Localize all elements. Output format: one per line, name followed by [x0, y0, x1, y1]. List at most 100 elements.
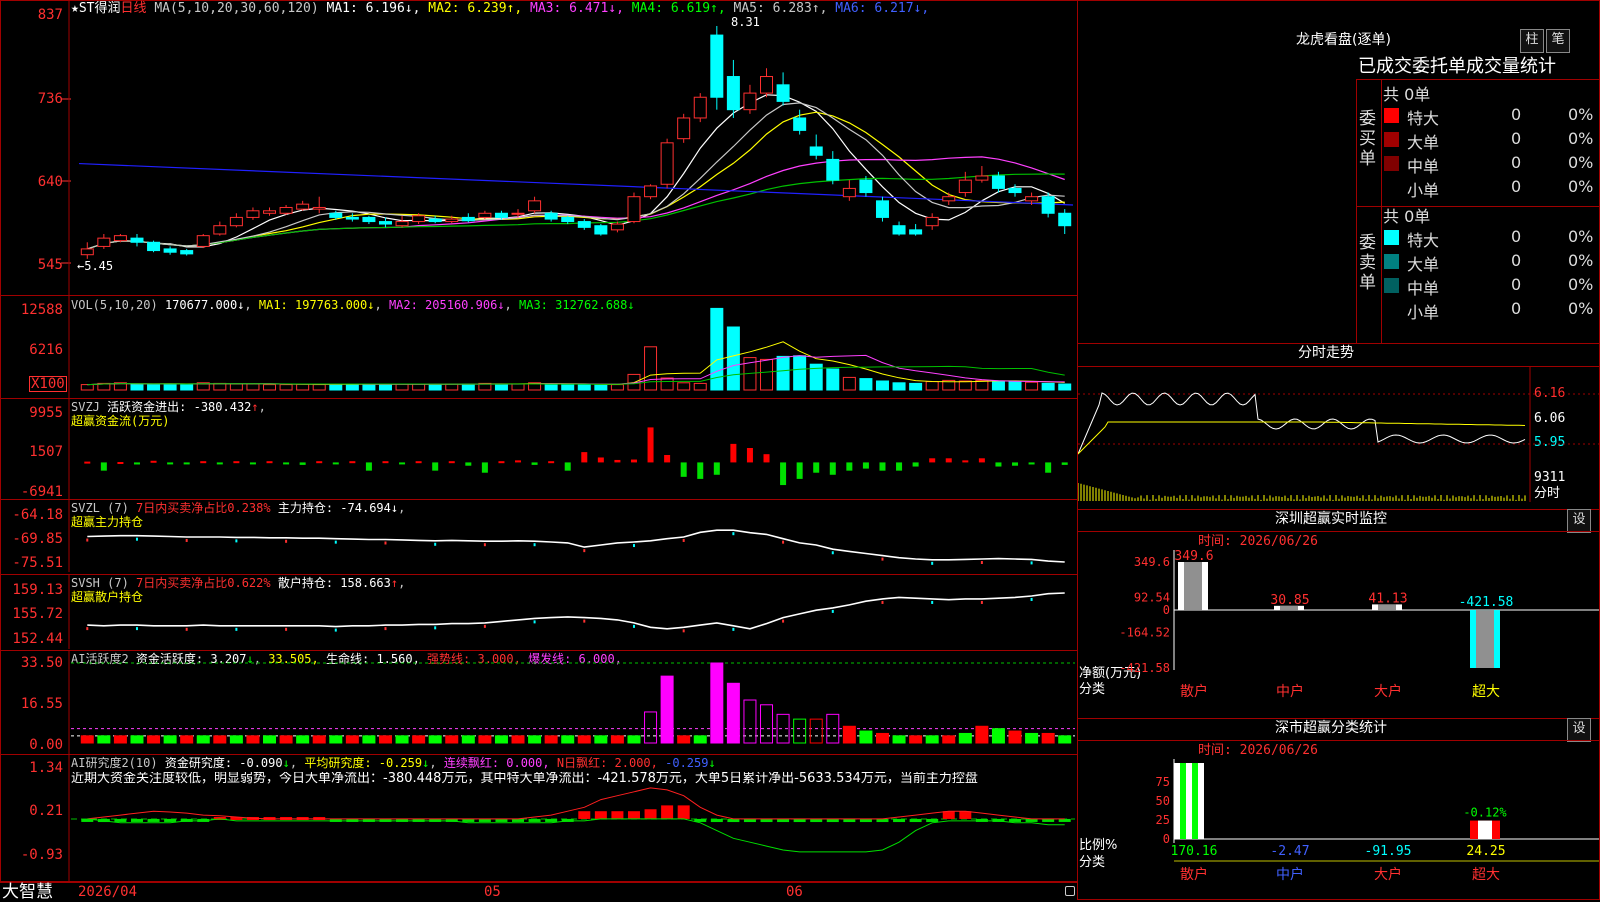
svzl-tick [1030, 561, 1033, 565]
svsh-tick [632, 624, 635, 628]
bar-mode-button[interactable]: 柱 [1520, 29, 1544, 53]
active-bar [743, 699, 757, 744]
active-bar [710, 662, 724, 744]
active-bar [627, 735, 641, 744]
sell-row-value: 0 [1511, 275, 1522, 294]
ma-line-2 [87, 111, 1065, 250]
buy-row-pct: 0% [1568, 177, 1594, 196]
volume-bar [793, 355, 807, 391]
candle-body [180, 250, 194, 255]
monitor-panel[interactable]: 深圳超赢实时监控 设 时间: 2026/06/26 净额(万元) 分类 349.… [1077, 509, 1600, 719]
volume-bar [1025, 381, 1039, 391]
flow-bar [150, 460, 157, 463]
flow-bar [233, 461, 240, 464]
flow-bar [846, 462, 853, 471]
candlestick-chart[interactable] [1, 1, 1077, 295]
buy-row-value: 0 [1511, 177, 1522, 196]
flow-bar [1045, 462, 1052, 473]
candle-body [97, 237, 111, 247]
ai-research-panel[interactable]: AI研究度2(10) 资金研究度: -0.090↓, 平均研究度: -0.259… [0, 754, 1078, 882]
active-bar [445, 735, 459, 744]
ai-active-chart[interactable] [1, 651, 1077, 754]
buy-row-pct: 0% [1568, 129, 1594, 148]
candle-body [494, 212, 508, 218]
svsh-line [87, 592, 1065, 630]
monitor-chart[interactable]: 349.692.540-164.52-421.58349.6散户30.85中户4… [1078, 510, 1599, 718]
svzl-tick [583, 549, 586, 553]
main-chart-panel[interactable]: ★ST得润日线 MA(5,10,20,30,60,120) MA1: 6.196… [0, 0, 1078, 296]
candle-body [925, 216, 939, 227]
stats-panel[interactable]: 深市超赢分类统计 设 时间: 2026/06/26 比例% 分类 75 50 25 0… [1077, 718, 1600, 900]
flow-bar [432, 462, 439, 471]
monitor-bar-inner [1476, 610, 1494, 668]
research-bar [594, 811, 607, 819]
candle-body [594, 225, 608, 235]
monitor-y-tick-label: 0 [1163, 603, 1170, 617]
volume-bar [875, 380, 889, 391]
candle-body [296, 203, 310, 210]
ma-line-6 [78, 162, 1074, 206]
stats-category-label: 散户 [1180, 866, 1208, 883]
monitor-bar-value: 41.13 [1368, 591, 1407, 606]
flow-bar [879, 462, 886, 471]
research-bar [926, 818, 939, 823]
active-bar [130, 735, 144, 744]
svzl-panel[interactable]: SVZL (7) 7日内买卖净占比0.238% 主力持仓: -74.694↓, … [0, 499, 1078, 575]
sell-swatch-1 [1384, 254, 1399, 269]
tick-mode-button[interactable]: 笔 [1546, 29, 1570, 53]
intraday-chart[interactable] [1078, 344, 1599, 509]
buy-row-name: 中单 [1407, 157, 1440, 176]
volume-chart[interactable] [1, 296, 1077, 398]
flow-bar [399, 462, 406, 465]
intraday-panel[interactable]: 分时走势 6.16 6.06 5.95 9311 分时 [1077, 343, 1600, 510]
svzj-chart[interactable] [1, 399, 1077, 499]
active-bar [528, 735, 542, 744]
ai-active-panel[interactable]: AI活跃度2 资金活跃度: 3.207↓, 33.505, 生命线: 1.560… [0, 650, 1078, 755]
candle-body [378, 221, 392, 225]
flow-bar [581, 452, 588, 463]
svzj-panel[interactable]: SVZJ 活跃资金进出: -380.432↑, 超赢资金流(万元) 9955 1… [0, 398, 1078, 500]
active-bar [793, 718, 807, 744]
monitor-bar-value: -421.58 [1459, 595, 1514, 610]
candle-body [246, 210, 260, 218]
svzl-tick [483, 543, 486, 547]
volume-bar [80, 384, 94, 391]
candle-body [660, 142, 674, 185]
stats-category-label: 超大 [1472, 867, 1500, 883]
volume-bar [561, 383, 575, 391]
active-bar [942, 735, 956, 744]
svsh-tick [1030, 597, 1033, 601]
active-bar [760, 704, 774, 744]
buy-row-name: 小单 [1407, 181, 1440, 200]
svsh-chart[interactable] [1, 575, 1077, 650]
monitor-category-label: 超大 [1472, 684, 1500, 700]
stats-value-label: 170.16 [1171, 844, 1218, 859]
active-bar [296, 735, 310, 744]
volume-bar [428, 383, 442, 391]
candle-body [113, 235, 127, 242]
flow-bar [730, 443, 737, 463]
flow-bar [912, 462, 919, 467]
svzl-chart[interactable] [1, 500, 1077, 574]
buy-swatch-0 [1384, 108, 1399, 123]
svsh-panel[interactable]: SVSH (7) 7日内买卖净占比0.622% 散户持仓: 158.663↑, … [0, 574, 1078, 651]
research-bar [611, 811, 624, 819]
candle-body [1008, 187, 1022, 194]
lock-icon[interactable] [1065, 886, 1075, 896]
candle-body [80, 248, 94, 256]
active-bar [478, 735, 492, 744]
research-bar [710, 818, 723, 823]
volume-panel[interactable]: VOL(5,10,20) 170677.000↓, MA1: 197763.00… [0, 295, 1078, 399]
svsh-tick [583, 619, 586, 623]
svzl-tick [682, 538, 685, 542]
svsh-tick [285, 627, 288, 631]
svsh-tick [384, 627, 387, 631]
candle-body [561, 216, 575, 223]
dragon-panel[interactable]: 龙虎看盘(逐单) 柱 笔 已成交委托单成交量统计 委买单 委卖单 共 0单 特大 0… [1077, 0, 1600, 346]
stats-chart[interactable]: 75 50 25 0 -0.12% 170.16 -2.47 -91.95 24.25 散户 中户 大… [1078, 719, 1599, 899]
candle-body [1025, 196, 1039, 202]
flow-bar [614, 459, 621, 463]
volume-bar [693, 382, 707, 391]
ai-research-chart[interactable] [1, 755, 1077, 881]
candle-body [942, 196, 956, 202]
